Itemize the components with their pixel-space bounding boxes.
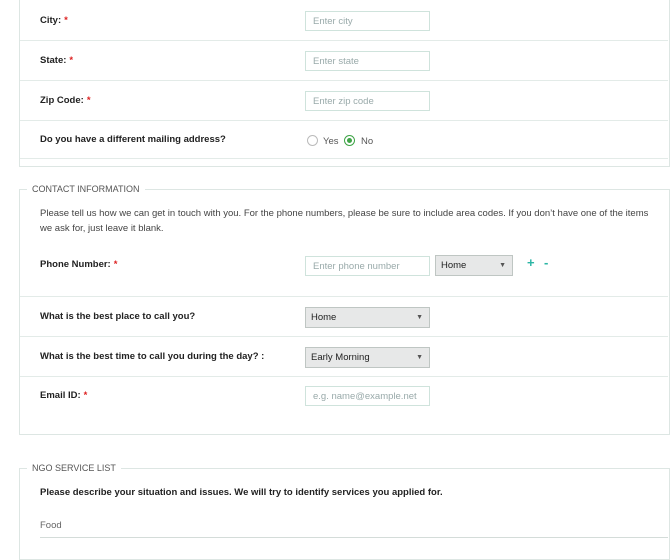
zip-code-input[interactable] xyxy=(305,91,430,111)
add-phone-button[interactable]: + xyxy=(527,255,535,270)
ngo-instructions: Please describe your situation and issue… xyxy=(40,487,443,498)
best-place-value: Home xyxy=(311,312,337,323)
mailing-address-question: Do you have a different mailing address? xyxy=(40,134,226,145)
divider xyxy=(20,336,668,337)
email-label: Email ID: * xyxy=(40,390,88,401)
mailing-yes-radio[interactable] xyxy=(307,135,318,146)
email-input[interactable] xyxy=(305,386,430,406)
divider xyxy=(20,120,668,121)
caret-down-icon: ▼ xyxy=(416,314,423,321)
divider xyxy=(20,80,668,81)
best-place-select[interactable]: Home ▼ xyxy=(305,307,430,328)
mailing-no-label: No xyxy=(361,136,374,147)
divider xyxy=(40,537,668,538)
service-item-food[interactable]: Food xyxy=(40,520,62,531)
caret-down-icon: ▼ xyxy=(416,354,423,361)
contact-instructions: Please tell us how we can get in touch w… xyxy=(40,208,649,234)
divider xyxy=(20,296,668,297)
ngo-service-list-section xyxy=(19,468,670,560)
divider xyxy=(20,158,668,159)
caret-down-icon: ▼ xyxy=(499,262,506,269)
best-time-label: What is the best time to call you during… xyxy=(40,351,265,362)
city-input[interactable] xyxy=(305,11,430,31)
best-time-select[interactable]: Early Morning ▼ xyxy=(305,347,430,368)
state-input[interactable] xyxy=(305,51,430,71)
phone-number-input[interactable] xyxy=(305,256,430,276)
divider xyxy=(20,376,668,377)
phone-type-value: Home xyxy=(441,260,467,271)
phone-type-select[interactable]: Home ▼ xyxy=(435,255,513,276)
phone-number-label: Phone Number: * xyxy=(40,259,118,270)
ngo-section-legend: NGO SERVICE LIST xyxy=(27,463,121,473)
state-label: State: * xyxy=(40,55,74,66)
mailing-no-radio[interactable] xyxy=(344,135,355,146)
contact-section-legend: CONTACT INFORMATION xyxy=(27,184,145,194)
best-place-label: What is the best place to call you? xyxy=(40,311,196,322)
divider xyxy=(20,40,668,41)
city-label: City: * xyxy=(40,15,68,26)
best-time-value: Early Morning xyxy=(311,352,370,363)
remove-phone-button[interactable]: - xyxy=(544,255,548,270)
mailing-yes-label: Yes xyxy=(323,136,339,147)
zip-code-label: Zip Code: * xyxy=(40,95,91,106)
